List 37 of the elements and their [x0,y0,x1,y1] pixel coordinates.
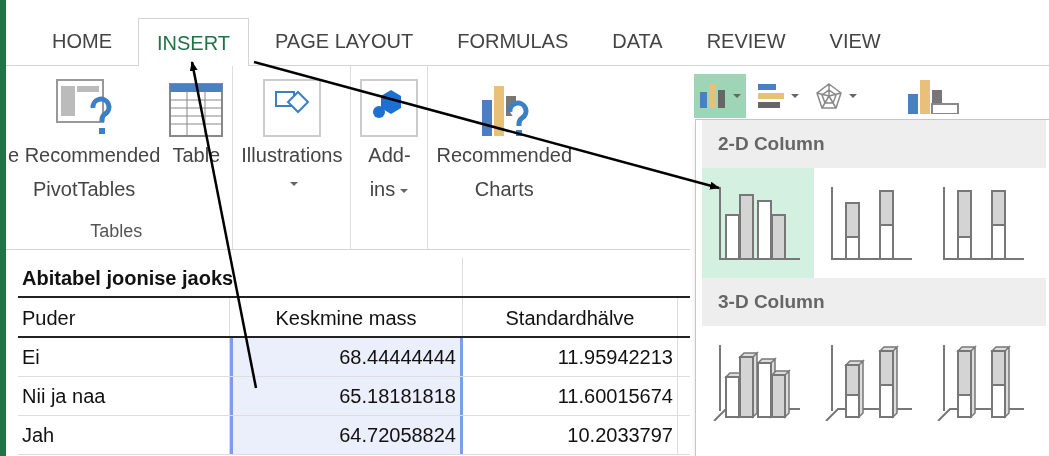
ribbon-tab[interactable]: VIEW [811,17,899,65]
section-header: 3-D Column [702,278,1046,326]
column-header: Puder [18,298,230,336]
shapes-icon [261,78,322,138]
ribbon-button[interactable]: Illustrations [239,76,345,249]
table-cell[interactable]: 10.2033797 [463,416,678,454]
table-cell[interactable]: 68.44444444 [230,338,463,376]
table-cell[interactable]: 65.18181818 [230,377,463,415]
group-label: Tables [89,220,144,243]
ribbon-tab[interactable]: INSERT [138,18,249,66]
ribbon-tab[interactable]: PAGE LAYOUT [257,17,432,65]
table-cell[interactable]: 64.72058824 [230,416,463,454]
cube-icon [359,78,420,138]
caret-icon [399,187,410,194]
ribbon-button[interactable]: e Recommended PivotTables [6,76,163,218]
ribbon-tab[interactable]: FORMULAS [439,17,587,65]
caret-icon [848,93,858,99]
ribbon-tab[interactable]: HOME [34,17,130,65]
table-cell[interactable]: 11.95942213 [463,338,678,376]
ribbon-button[interactable]: Recommended Charts [434,76,575,249]
ribbon-tab[interactable]: DATA [594,17,681,65]
table-title: Abitabel joonise jaoks [18,258,463,296]
section-header: 2-D Column [702,120,1046,168]
radar-chart-icon [814,82,844,110]
ribbon-button[interactable]: Add- ins [357,76,422,249]
bar-chart-icon [756,82,786,110]
caret-icon [732,93,742,99]
ribbon-tab[interactable]: REVIEW [688,17,804,65]
table-icon [168,82,225,138]
column-header: Standardhälve [463,298,678,336]
chart-type-button[interactable] [694,74,746,118]
table-cell[interactable]: 11.60015674 [463,377,678,415]
column-chart-icon [698,82,728,110]
caret-icon [790,93,800,99]
chart-option[interactable] [702,168,814,278]
column-header: Keskmine mass [230,298,463,336]
caret-icon [288,180,299,187]
